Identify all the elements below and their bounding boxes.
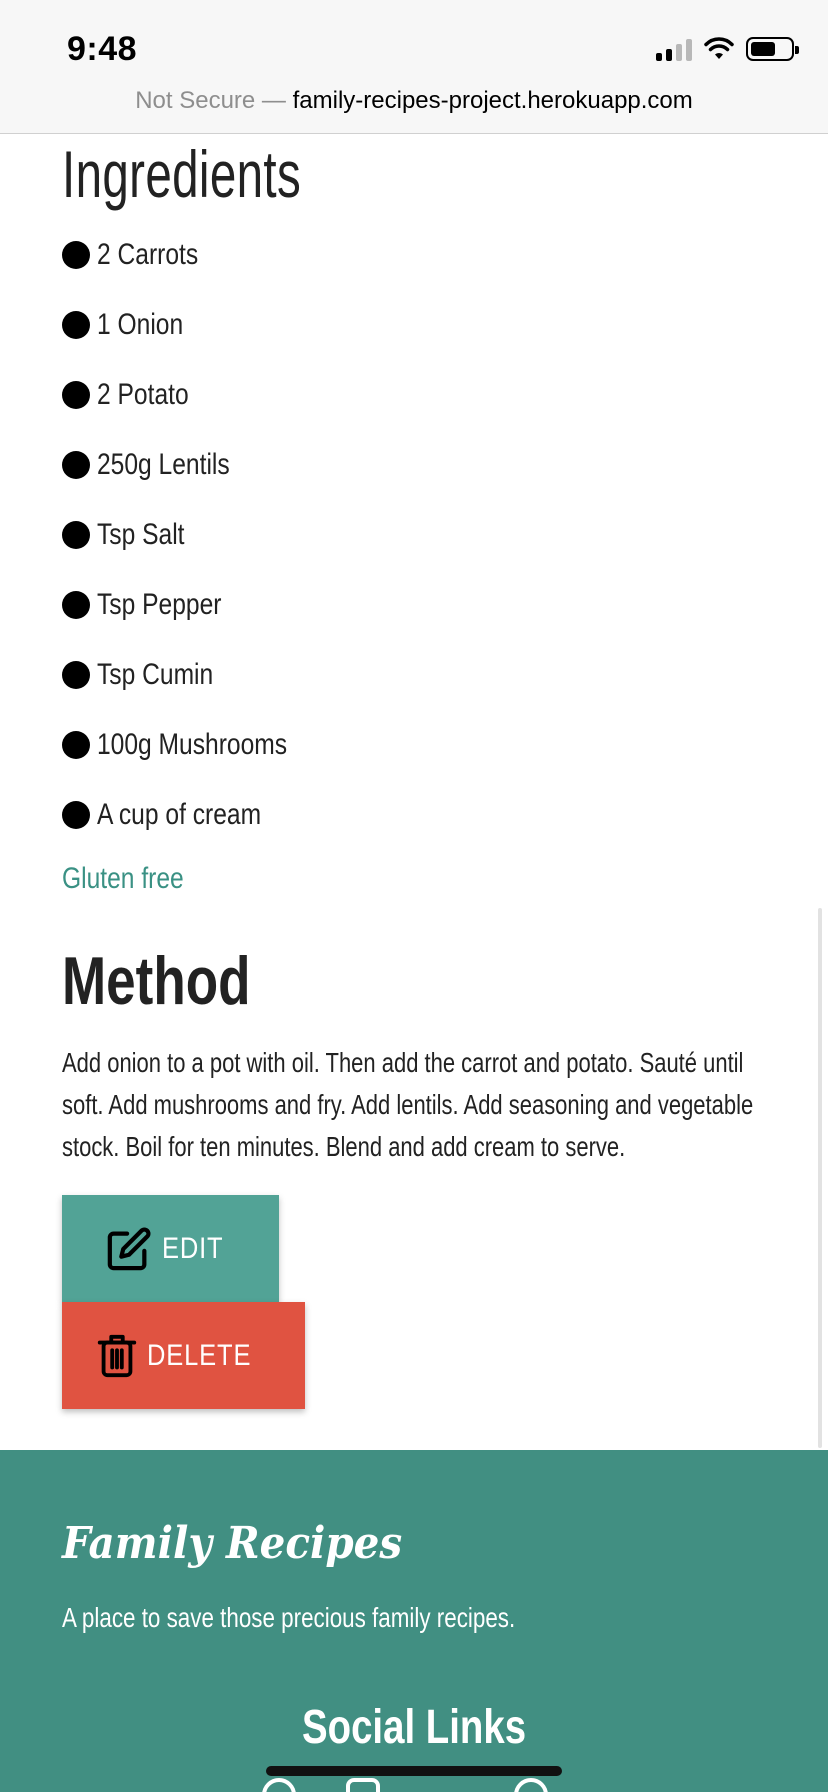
wifi-icon [704, 37, 734, 59]
ingredient-text: A cup of cream [97, 798, 262, 831]
footer-tagline: A place to save those precious family re… [62, 1602, 516, 1633]
list-item: 250g Lentils [62, 430, 329, 500]
bullet-icon [62, 591, 90, 619]
status-time: 9:48 [67, 30, 138, 68]
delete-button[interactable]: DELETE [62, 1302, 305, 1409]
social-links-heading-text: Social Links [301, 1701, 527, 1754]
edit-button-label: EDIT [162, 1231, 224, 1265]
edit-button[interactable]: EDIT [62, 1195, 279, 1302]
list-item: A cup of cream [62, 780, 329, 850]
ingredient-text: Tsp Pepper [97, 588, 222, 621]
ingredient-text: Tsp Salt [97, 518, 185, 551]
social-icons [262, 1778, 562, 1792]
trash-icon [97, 1334, 137, 1377]
address-bar[interactable]: Not Secure — family-recipes-project.hero… [0, 87, 828, 115]
browser-top-bar: 9:48 Not Secure — family-recipes-project… [0, 0, 828, 134]
list-item: 2 Potato [62, 360, 329, 430]
url-domain: family-recipes-project.herokuapp.com [292, 87, 693, 114]
home-indicator [266, 1766, 562, 1776]
ingredient-text: 250g Lentils [97, 448, 230, 481]
ingredients-heading: Ingredients [62, 137, 302, 211]
bullet-icon [62, 521, 90, 549]
list-item: 2 Carrots [62, 220, 329, 290]
bullet-icon [62, 381, 90, 409]
method-heading: Method [62, 943, 251, 1019]
social-links-heading: Social Links [0, 1700, 828, 1755]
footer-brand: Family Recipes [62, 1518, 403, 1569]
list-item: 100g Mushrooms [62, 710, 329, 780]
method-text: Add onion to a pot with oil. Then add th… [62, 1047, 754, 1162]
ingredient-text: 1 Onion [97, 308, 184, 341]
ingredient-text: Tsp Cumin [97, 658, 214, 691]
facebook-icon[interactable] [262, 1778, 296, 1792]
security-label: Not Secure — [135, 87, 286, 114]
bullet-icon [62, 311, 90, 339]
ingredient-text: 2 Potato [97, 378, 189, 411]
cellular-signal-icon [656, 37, 692, 61]
bullet-icon [62, 451, 90, 479]
list-item: 1 Onion [62, 290, 329, 360]
scrollbar[interactable] [818, 908, 822, 1448]
list-item: Tsp Pepper [62, 570, 329, 640]
pinterest-icon[interactable] [514, 1778, 548, 1792]
bullet-icon [62, 801, 90, 829]
site-footer: Family Recipes A place to save those pre… [0, 1450, 828, 1792]
delete-button-label: DELETE [147, 1338, 252, 1372]
instagram-icon[interactable] [346, 1778, 380, 1792]
edit-icon [108, 1227, 151, 1270]
list-item: Tsp Cumin [62, 640, 329, 710]
bullet-icon [62, 731, 90, 759]
list-item: Tsp Salt [62, 500, 329, 570]
bullet-icon [62, 241, 90, 269]
ingredient-text: 100g Mushrooms [97, 728, 288, 761]
twitter-icon[interactable] [430, 1778, 464, 1792]
status-icons [656, 34, 799, 64]
battery-icon [746, 37, 799, 61]
ingredient-text: 2 Carrots [97, 238, 199, 271]
bullet-icon [62, 661, 90, 689]
ingredients-list: 2 Carrots 1 Onion 2 Potato 250g Lentils … [62, 220, 329, 850]
dietary-tag: Gluten free [62, 862, 184, 895]
